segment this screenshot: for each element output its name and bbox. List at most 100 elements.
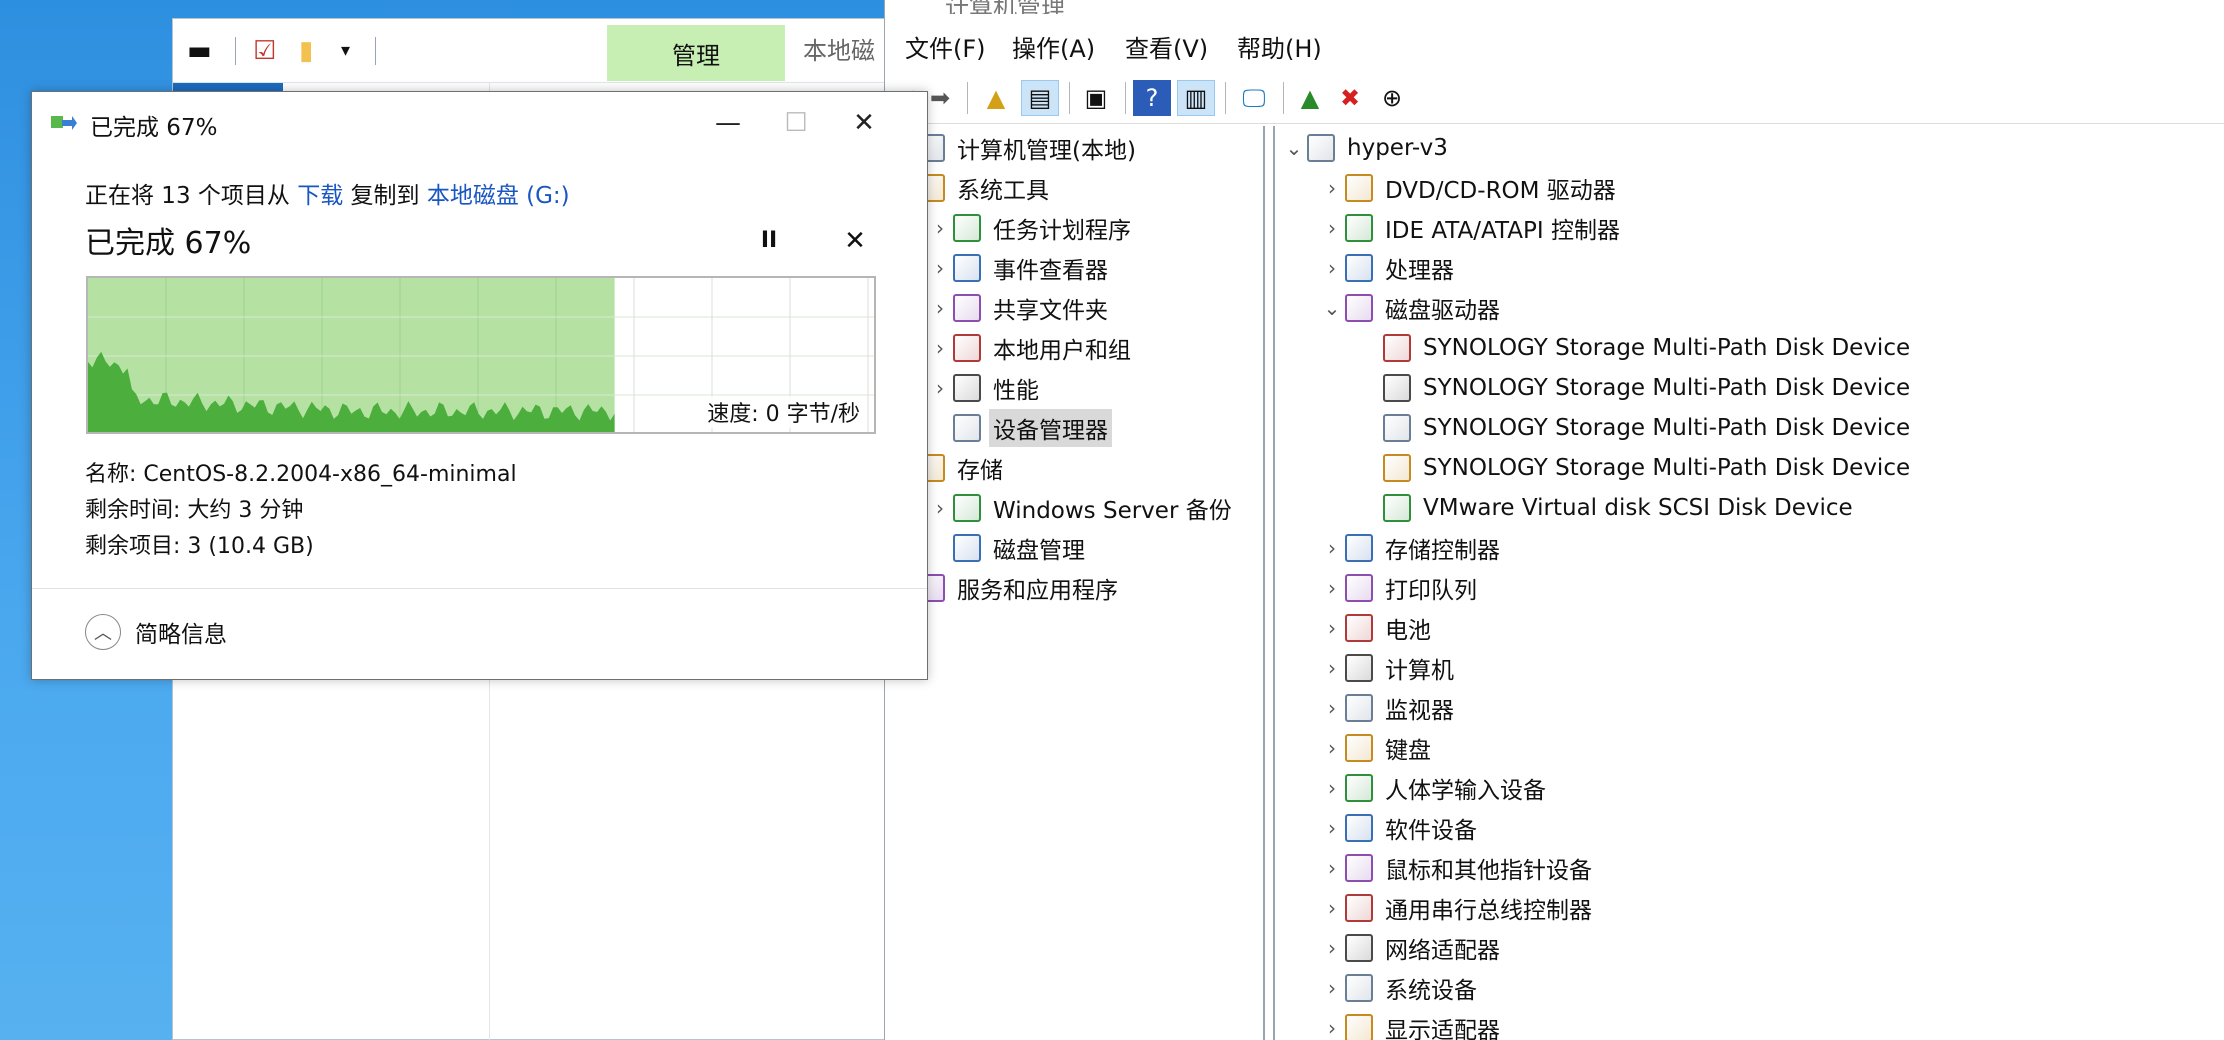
console-tree-item[interactable]: › 共享文件夹 xyxy=(927,290,1112,326)
source-folder-link[interactable]: 下载 xyxy=(297,183,343,209)
console-tree-item[interactable]: › Windows Server 备份 xyxy=(927,490,1236,526)
console-tree-item[interactable]: 设备管理器 xyxy=(927,409,1112,447)
expand-chevron-icon[interactable]: › xyxy=(927,496,953,520)
export-list-icon[interactable]: ▣ xyxy=(1077,80,1115,116)
expand-chevron-icon[interactable]: › xyxy=(1319,576,1345,600)
disk-icon xyxy=(1383,494,1411,522)
up-folder-icon[interactable]: ▲ xyxy=(977,80,1015,116)
console-tree-item[interactable]: 磁盘管理 xyxy=(927,530,1089,566)
update-driver-icon[interactable]: ▲ xyxy=(1291,80,1329,116)
console-tree-item[interactable]: 计算机管理(本地) xyxy=(891,130,1140,166)
device-tree-item[interactable]: › 监视器 xyxy=(1319,690,1458,726)
expand-chevron-icon[interactable]: › xyxy=(1319,776,1345,800)
window-title-text: 计算机管理 xyxy=(945,0,1065,14)
menu-help[interactable]: 帮助(H) xyxy=(1237,34,1322,64)
tab-local-disk[interactable]: 本地磁 xyxy=(803,31,875,66)
expand-chevron-icon[interactable]: › xyxy=(927,216,953,240)
device-tree-item[interactable]: › 存储控制器 xyxy=(1319,530,1504,566)
expand-chevron-icon[interactable]: › xyxy=(1319,816,1345,840)
expand-chevron-icon[interactable]: › xyxy=(1319,176,1345,200)
expand-chevron-icon[interactable]: › xyxy=(1319,736,1345,760)
tab-manage[interactable]: 管理 xyxy=(607,25,785,81)
show-action-pane-icon[interactable]: ▥ xyxy=(1177,80,1215,116)
device-tree-item[interactable]: › 打印队列 xyxy=(1319,570,1481,606)
device-tree-item[interactable]: › 显示适配器 xyxy=(1319,1010,1504,1040)
device-tree-item[interactable]: ⌄ 磁盘驱动器 xyxy=(1319,290,1504,326)
device-tree-item[interactable]: › 键盘 xyxy=(1319,730,1435,766)
disable-device-icon[interactable]: ⊕ xyxy=(1373,80,1411,116)
menu-view[interactable]: 查看(V) xyxy=(1125,34,1208,64)
device-tree-item[interactable]: SYNOLOGY Storage Multi-Path Disk Device xyxy=(1357,330,1914,366)
expand-chevron-icon[interactable]: › xyxy=(1319,936,1345,960)
device-tree-item[interactable]: › 人体学输入设备 xyxy=(1319,770,1550,806)
expand-chevron-icon[interactable]: › xyxy=(1319,856,1345,880)
tree-item-label: 键盘 xyxy=(1385,738,1431,764)
tree-item-label: 服务和应用程序 xyxy=(957,578,1118,604)
device-tree-item[interactable]: › 网络适配器 xyxy=(1319,930,1504,966)
menu-file[interactable]: 文件(F) xyxy=(905,34,986,64)
expand-chevron-icon[interactable]: › xyxy=(1319,256,1345,280)
collapse-chevron-icon[interactable]: ⌄ xyxy=(1319,296,1345,320)
device-tree-item[interactable]: › 计算机 xyxy=(1319,650,1458,686)
expand-chevron-icon[interactable]: › xyxy=(1319,536,1345,560)
dialog-titlebar[interactable]: 已完成 67% — ☐ ✕ xyxy=(32,92,927,154)
help-icon[interactable]: ? xyxy=(1133,80,1171,116)
tree-item-label: 鼠标和其他指针设备 xyxy=(1385,858,1592,884)
cancel-button[interactable]: ✕ xyxy=(838,224,872,258)
tree-item-label: 软件设备 xyxy=(1385,818,1477,844)
device-tree-item[interactable]: VMware Virtual disk SCSI Disk Device xyxy=(1357,490,1857,526)
expand-chevron-icon[interactable]: › xyxy=(1319,696,1345,720)
device-tree-item[interactable]: SYNOLOGY Storage Multi-Path Disk Device xyxy=(1357,370,1914,406)
fewer-details-label: 简略信息 xyxy=(135,622,227,648)
expand-chevron-icon[interactable]: › xyxy=(927,376,953,400)
tree-item-label: SYNOLOGY Storage Multi-Path Disk Device xyxy=(1423,375,1911,401)
destination-folder-link[interactable]: 本地磁盘 (G:) xyxy=(427,183,570,209)
console-tree-item[interactable]: › 任务计划程序 xyxy=(927,210,1135,246)
new-folder-icon[interactable]: ▮ xyxy=(299,37,313,65)
console-tree-item[interactable]: › 事件查看器 xyxy=(927,250,1112,286)
console-tree-item[interactable]: › 本地用户和组 xyxy=(927,330,1135,366)
menu-action[interactable]: 操作(A) xyxy=(1012,34,1095,64)
customize-toolbar-icon[interactable]: ▾ xyxy=(341,37,350,65)
device-tree-item[interactable]: › DVD/CD-ROM 驱动器 xyxy=(1319,170,1620,206)
items-remaining: 剩余项目: 3 (10.4 GB) xyxy=(85,534,314,559)
expand-chevron-icon[interactable]: › xyxy=(1319,616,1345,640)
expand-chevron-icon[interactable]: › xyxy=(1319,656,1345,680)
fewer-details-toggle[interactable]: ︿ 简略信息 xyxy=(85,614,227,650)
device-tree-item[interactable]: › 鼠标和其他指针设备 xyxy=(1319,850,1596,886)
console-tree-item[interactable]: › 性能 xyxy=(927,370,1043,406)
expand-chevron-icon[interactable]: › xyxy=(1319,976,1345,1000)
expand-chevron-icon[interactable]: › xyxy=(1319,1016,1345,1040)
device-tree-item[interactable]: › 系统设备 xyxy=(1319,970,1481,1006)
software-device-icon xyxy=(1345,814,1373,842)
minimize-button[interactable]: — xyxy=(698,100,758,146)
expand-chevron-icon[interactable]: › xyxy=(927,336,953,360)
pause-button[interactable]: II xyxy=(752,224,786,258)
device-tree-item[interactable]: SYNOLOGY Storage Multi-Path Disk Device xyxy=(1357,410,1914,446)
time-remaining: 剩余时间: 大约 3 分钟 xyxy=(85,498,304,523)
scan-hardware-icon[interactable]: 🖵 xyxy=(1235,80,1273,116)
toolbar-separator xyxy=(967,82,968,114)
device-tree-item[interactable]: › 通用串行总线控制器 xyxy=(1319,890,1596,926)
device-tree-item[interactable]: › 电池 xyxy=(1319,610,1435,646)
collapse-chevron-icon[interactable]: ⌄ xyxy=(1281,136,1307,160)
dvd-icon xyxy=(1345,174,1373,202)
close-button[interactable]: ✕ xyxy=(834,100,894,146)
show-hide-console-tree-icon[interactable]: ▤ xyxy=(1021,80,1059,116)
properties-check-icon[interactable]: ☑ xyxy=(253,37,276,65)
expand-chevron-icon[interactable]: › xyxy=(927,256,953,280)
device-tree-item[interactable]: › 软件设备 xyxy=(1319,810,1481,846)
drive-icon[interactable]: ▬ xyxy=(187,37,212,65)
speed-readout: 速度: 0 字节/秒 xyxy=(703,396,864,428)
device-tree-item[interactable]: › 处理器 xyxy=(1319,250,1458,286)
uninstall-device-icon[interactable]: ✖ xyxy=(1331,80,1369,116)
tree-item-label: 设备管理器 xyxy=(989,409,1112,447)
expand-chevron-icon[interactable]: › xyxy=(1319,896,1345,920)
expand-chevron-icon[interactable]: › xyxy=(1319,216,1345,240)
usb-icon xyxy=(1345,894,1373,922)
device-tree-item[interactable]: ⌄ hyper-v3 xyxy=(1281,130,1452,166)
device-tree-item[interactable]: › IDE ATA/ATAPI 控制器 xyxy=(1319,210,1624,246)
copy-progress-icon xyxy=(51,116,77,130)
expand-chevron-icon[interactable]: › xyxy=(927,296,953,320)
device-tree-item[interactable]: SYNOLOGY Storage Multi-Path Disk Device xyxy=(1357,450,1914,486)
